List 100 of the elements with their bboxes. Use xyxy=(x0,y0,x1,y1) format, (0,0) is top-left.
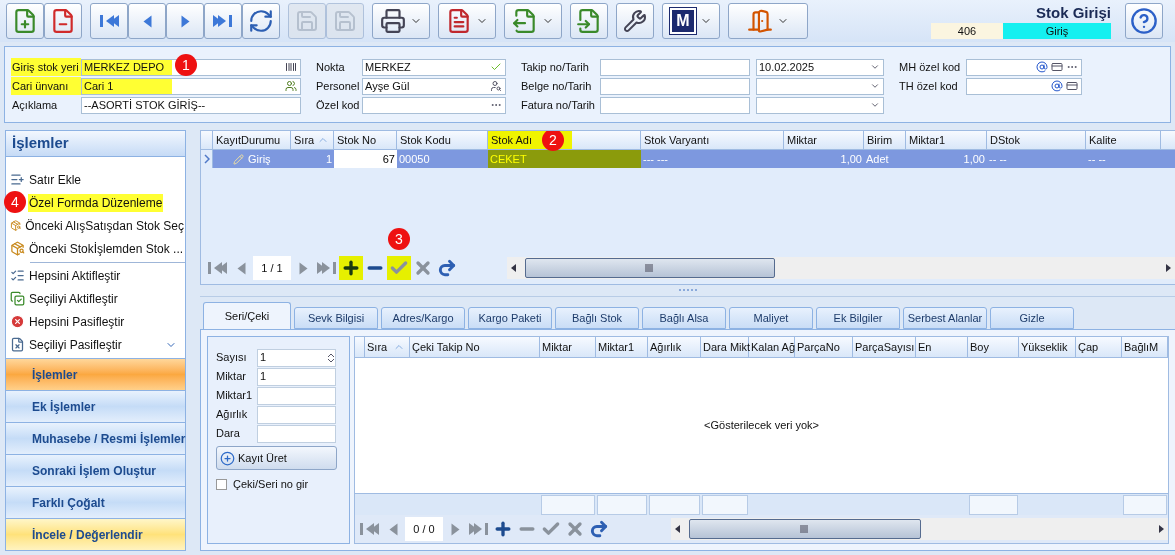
checkbox[interactable] xyxy=(216,478,227,490)
action-item[interactable]: Hepsini Aktifleştir xyxy=(10,264,185,287)
tool-button[interactable] xyxy=(204,3,242,39)
callout-marker: 4 xyxy=(4,191,26,213)
column-header[interactable]: Kalan Ağ xyxy=(749,337,795,357)
column-header[interactable]: Yükseklik xyxy=(1019,337,1076,357)
input-field[interactable] xyxy=(600,77,750,95)
tool-button[interactable] xyxy=(44,3,82,39)
add-icon[interactable] xyxy=(339,256,363,280)
help-button[interactable] xyxy=(1125,3,1163,39)
input-field[interactable]: 1 xyxy=(257,367,336,386)
input-field[interactable] xyxy=(600,96,750,114)
horizontal-scrollbar[interactable] xyxy=(671,518,1168,540)
input-field[interactable] xyxy=(257,424,336,443)
column-header[interactable]: Dara Mikt xyxy=(701,337,749,357)
date-dropdown[interactable]: 10.02.2025 xyxy=(756,58,884,76)
action-item[interactable]: Hepsini Pasifleştir xyxy=(10,310,185,333)
input-field[interactable]: Ayşe Gül xyxy=(362,77,506,95)
field-label: Sayısı xyxy=(216,350,248,366)
tool-button[interactable] xyxy=(616,3,654,39)
action-item[interactable]: Satır Ekle xyxy=(6,168,185,191)
tab[interactable]: Bağlı Stok xyxy=(555,307,639,329)
input-field[interactable] xyxy=(257,386,336,405)
column-header[interactable]: Ağırlık xyxy=(648,337,701,357)
column-header[interactable]: BağlıM xyxy=(1122,337,1168,357)
tab[interactable]: Ek Bilgiler xyxy=(816,307,900,329)
person-search-icon[interactable] xyxy=(490,80,502,92)
column-header[interactable]: Miktar xyxy=(784,131,864,149)
column-header[interactable]: Kalite xyxy=(1086,131,1161,149)
column-header[interactable]: Çeki Takip No xyxy=(410,337,540,357)
tab[interactable]: Kargo Paketi xyxy=(468,307,552,329)
column-header[interactable]: Boy xyxy=(968,337,1019,357)
field-label: Dara xyxy=(216,426,241,442)
tool-button[interactable] xyxy=(6,3,44,39)
tab[interactable]: Maliyet xyxy=(729,307,813,329)
column-header[interactable]: En xyxy=(916,337,968,357)
column-header[interactable]: Stok No xyxy=(334,131,397,149)
tool-button[interactable] xyxy=(90,3,128,39)
column-header[interactable]: ParçaNo xyxy=(795,337,853,357)
navigation-section[interactable]: İncele / Değerlendir xyxy=(6,518,185,550)
column-header[interactable]: Stok Varyantı xyxy=(641,131,784,149)
input-field[interactable] xyxy=(966,77,1082,95)
column-header[interactable]: Sıra xyxy=(365,337,410,357)
input-field[interactable] xyxy=(362,96,506,114)
input-field[interactable] xyxy=(966,58,1082,76)
action-item[interactable]: Önceki AlışSatışdan Stok Seç xyxy=(6,214,185,237)
column-header[interactable]: Çap xyxy=(1076,337,1122,357)
tab[interactable]: Serbest Alanlar xyxy=(903,307,987,329)
column-header[interactable]: Miktar1 xyxy=(906,131,987,149)
input-field[interactable]: --ASORTİ STOK GİRİŞ-- xyxy=(81,96,301,114)
generate-button[interactable]: Kayıt Üret xyxy=(216,446,337,470)
column-header[interactable]: Miktar1 xyxy=(596,337,648,357)
tool-button[interactable] xyxy=(128,3,166,39)
barcode-icon[interactable] xyxy=(285,61,297,73)
dropdown-tool-button[interactable]: M xyxy=(662,3,720,39)
navigation-section[interactable]: Muhasebe / Resmi İşlemler xyxy=(6,422,185,454)
input-field[interactable]: Cari 1 xyxy=(81,77,301,95)
at-sign-icon[interactable] xyxy=(1051,80,1063,92)
field-label: Giriş stok yeri xyxy=(11,58,81,76)
input-field[interactable] xyxy=(257,405,336,424)
dropdown-tool-button[interactable] xyxy=(504,3,562,39)
column-header[interactable]: Sıra xyxy=(291,131,334,149)
tab[interactable]: Gizle xyxy=(990,307,1074,329)
action-item[interactable]: 4 Özel Formda Düzenleme xyxy=(6,191,185,214)
dropdown-tool-button[interactable] xyxy=(438,3,496,39)
column-header[interactable]: ParçaSayısı xyxy=(853,337,916,357)
navigation-section[interactable]: Farklı Çoğalt xyxy=(6,486,185,518)
action-item[interactable]: Önceki Stokİşlemden Stok ... xyxy=(6,237,185,260)
tab[interactable]: Sevk Bilgisi xyxy=(294,307,378,329)
tab[interactable]: Seri/Çeki xyxy=(203,302,291,329)
column-header[interactable]: DStok xyxy=(987,131,1086,149)
at-sign-icon[interactable] xyxy=(1036,61,1048,73)
navigation-section[interactable]: İşlemler xyxy=(6,358,185,390)
dropdown-tool-button[interactable] xyxy=(728,3,808,39)
navigation-section[interactable]: Sonraki İşlem Oluştur xyxy=(6,454,185,486)
scroll-thumb[interactable] xyxy=(525,258,775,278)
card-icon[interactable] xyxy=(1066,80,1078,92)
scroll-thumb[interactable] xyxy=(689,519,921,539)
tool-button[interactable] xyxy=(242,3,280,39)
dropdown-tool-button[interactable] xyxy=(372,3,430,39)
navigation-section[interactable]: Ek İşlemler xyxy=(6,390,185,422)
input-field[interactable]: MERKEZ xyxy=(362,58,506,76)
tool-button[interactable] xyxy=(570,3,608,39)
action-item[interactable]: Seçiliyi Pasifleştir xyxy=(10,333,185,356)
splitter-grip[interactable] xyxy=(678,289,698,292)
check-icon[interactable] xyxy=(490,61,502,73)
column-header[interactable]: Birim xyxy=(864,131,906,149)
tab[interactable]: Adres/Kargo xyxy=(381,307,465,329)
horizontal-scrollbar[interactable] xyxy=(507,257,1175,279)
tab[interactable]: Bağlı Alsa xyxy=(642,307,726,329)
next-record-icon xyxy=(180,14,190,28)
input-field[interactable] xyxy=(600,58,750,76)
tool-button[interactable] xyxy=(166,3,204,39)
action-item[interactable]: Seçiliyi Aktifleştir xyxy=(10,287,185,310)
spin-field[interactable]: 1 xyxy=(257,348,336,367)
people-icon[interactable] xyxy=(285,80,297,92)
column-header[interactable]: Miktar xyxy=(540,337,596,357)
card-icon[interactable] xyxy=(1051,61,1063,73)
spin-arrows-icon[interactable] xyxy=(327,351,335,364)
column-header[interactable]: KayıtDurumu xyxy=(213,131,291,149)
